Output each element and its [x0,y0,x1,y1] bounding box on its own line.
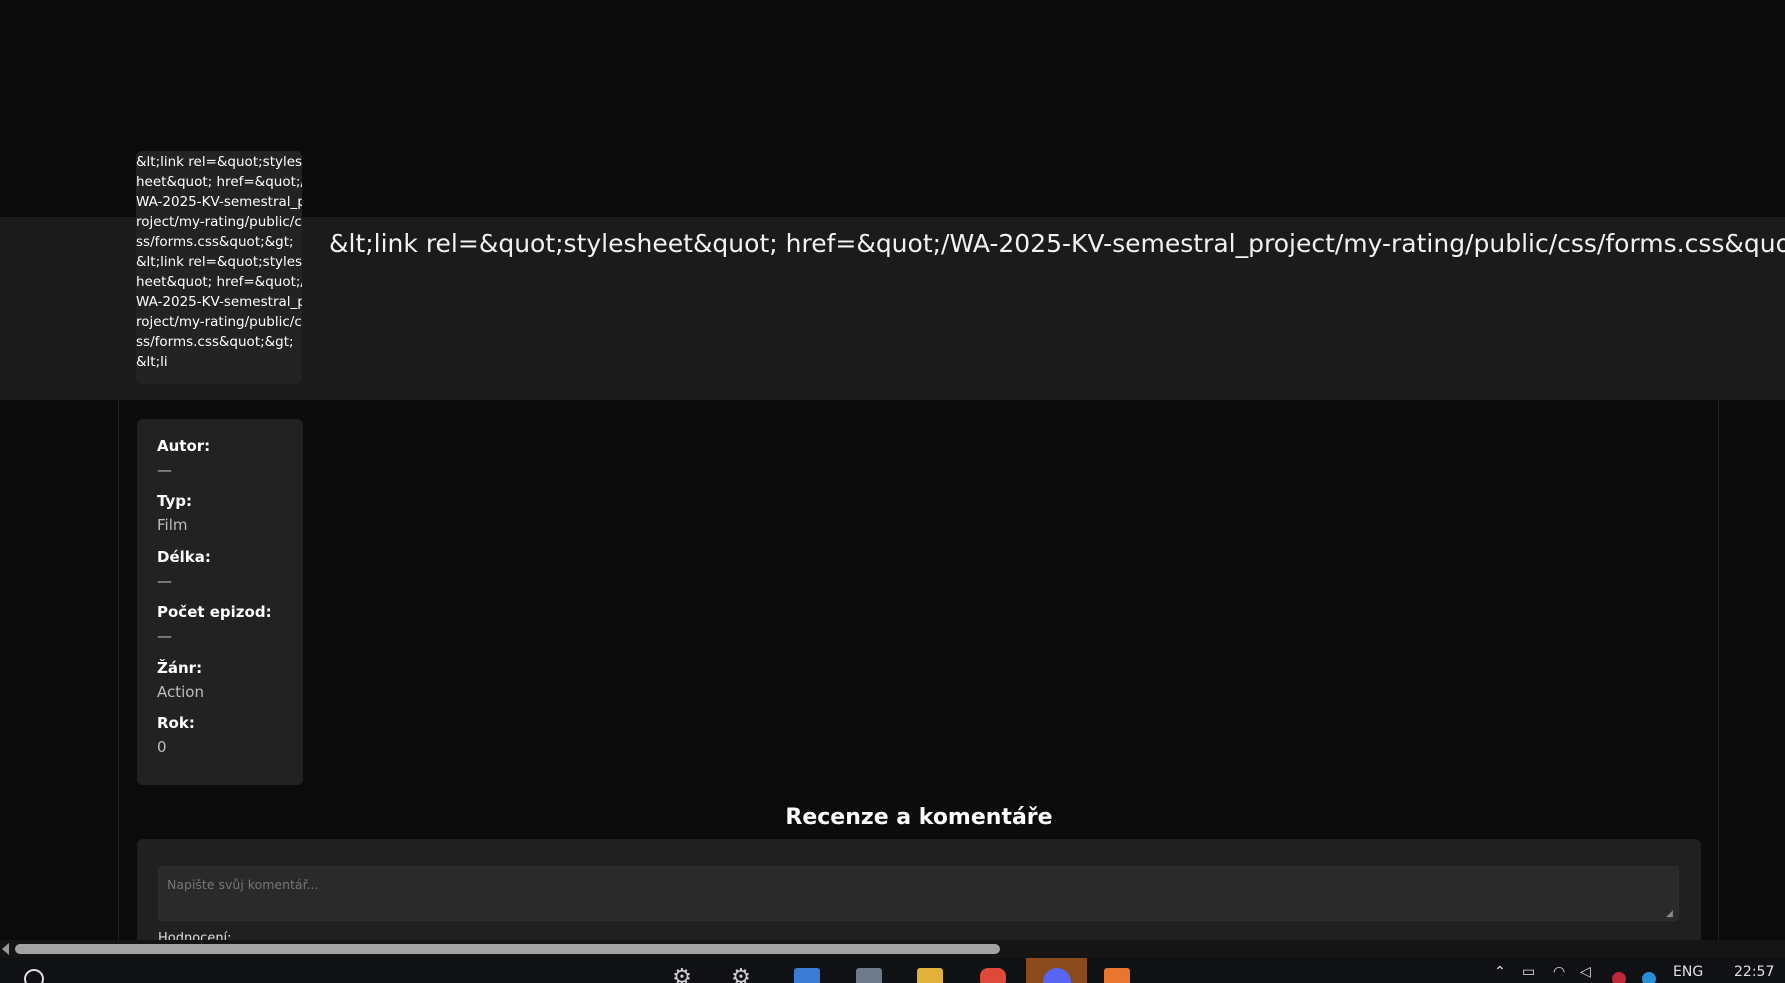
horizontal-scrollbar[interactable] [0,940,1785,958]
info-value: — [157,461,172,479]
tray-app-blue-icon[interactable] [1642,972,1656,983]
info-label: Rok: [157,714,195,732]
app-icon[interactable] [856,968,882,983]
taskbar-active-app[interactable] [1026,958,1087,983]
brave-browser-icon[interactable] [980,968,1006,983]
control-panel-icon[interactable] [794,968,820,983]
info-card: Autor: — Typ: Film Délka: — Počet epizod… [137,419,303,785]
info-row-author: Autor: — [157,437,210,479]
comment-textarea[interactable] [158,866,1679,921]
info-row-year: Rok: 0 [157,714,195,756]
language-indicator[interactable]: ENG [1673,964,1703,980]
info-value: 0 [157,738,167,756]
file-explorer-icon[interactable] [917,968,943,983]
discord-icon[interactable] [1043,968,1071,983]
info-value: Film [157,516,188,534]
info-label: Počet epizod: [157,603,272,621]
reviews-heading: Recenze a komentáře [785,805,1053,830]
clock[interactable]: 22:57 [1734,964,1774,980]
taskbar: ⚙ ⚙ ⌃ ▭ ◠ ◁ ENG 22:57 [0,958,1785,983]
tray-device-icon[interactable]: ▭ [1522,964,1535,980]
info-row-episodes: Počet epizod: — [157,603,272,645]
wifi-icon[interactable]: ◠ [1553,964,1565,980]
info-row-genre: Žánr: Action [157,659,204,701]
poster-alt-text: &lt;link rel=&quot;stylesheet&quot; href… [136,154,302,370]
volume-icon[interactable]: ◁ [1580,964,1591,980]
info-label: Žánr: [157,659,203,677]
xampp-icon[interactable] [1104,968,1130,983]
settings-alt-gear-icon[interactable]: ⚙ [727,964,755,983]
search-icon[interactable] [24,969,44,983]
info-label: Délka: [157,548,211,566]
info-label: Typ: [157,492,192,510]
settings-gear-icon[interactable]: ⚙ [668,964,696,983]
page-title: &lt;link rel=&quot;stylesheet&quot; href… [329,229,1785,258]
info-label: Autor: [157,437,211,455]
tray-app-red-icon[interactable] [1612,972,1626,983]
info-value: — [157,572,172,590]
scroll-left-arrow-icon[interactable] [2,943,9,955]
info-row-type: Typ: Film [157,492,192,534]
resize-handle-icon[interactable]: ◢ [1666,910,1674,919]
info-row-length: Délka: — [157,548,211,590]
info-value: Action [157,683,204,701]
tray-chevron-icon[interactable]: ⌃ [1494,964,1506,980]
poster-image: &lt;link rel=&quot;stylesheet&quot; href… [136,151,302,384]
scrollbar-thumb[interactable] [15,944,1000,954]
info-value: — [157,627,172,645]
